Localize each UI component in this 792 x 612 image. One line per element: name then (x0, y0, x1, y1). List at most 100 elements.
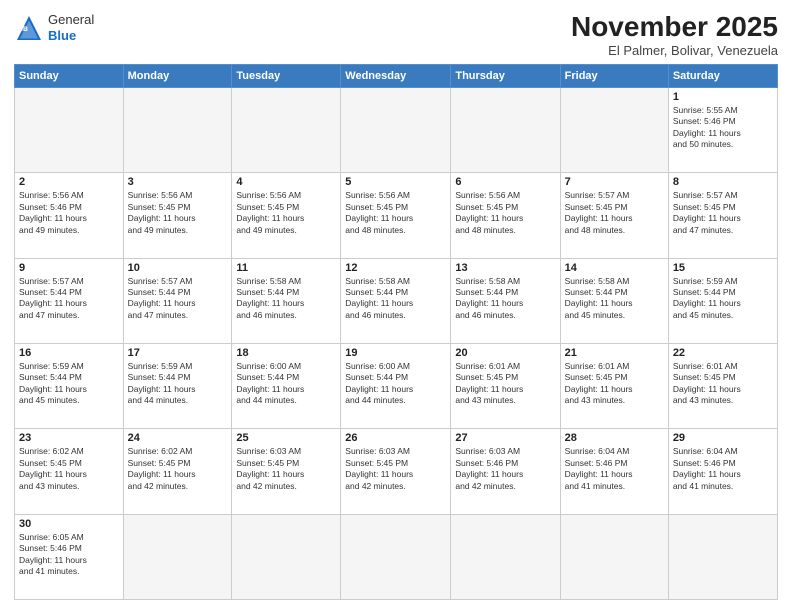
day-cell: 17 Sunrise: 5:59 AMSunset: 5:44 PMDayligh… (123, 343, 232, 428)
day-number: 30 (19, 518, 119, 530)
day-number: 4 (236, 176, 336, 188)
logo: GB General Blue (14, 12, 94, 43)
day-info: Sunrise: 5:58 AMSunset: 5:44 PMDaylight:… (345, 276, 446, 322)
title-block: November 2025 El Palmer, Bolivar, Venezu… (571, 12, 778, 58)
day-info: Sunrise: 5:56 AMSunset: 5:46 PMDaylight:… (19, 190, 119, 236)
day-info: Sunrise: 5:58 AMSunset: 5:44 PMDaylight:… (565, 276, 664, 322)
day-number: 25 (236, 432, 336, 444)
day-info: Sunrise: 5:57 AMSunset: 5:45 PMDaylight:… (673, 190, 773, 236)
day-info: Sunrise: 6:04 AMSunset: 5:46 PMDaylight:… (565, 446, 664, 492)
page: GB General Blue November 2025 El Palmer,… (0, 0, 792, 612)
day-cell (668, 514, 777, 599)
day-info: Sunrise: 6:02 AMSunset: 5:45 PMDaylight:… (19, 446, 119, 492)
week-row-4: 23Sunrise: 6:02 AMSunset: 5:45 PMDayligh… (15, 429, 778, 514)
day-info: Sunrise: 5:57 AMSunset: 5:44 PMDaylight:… (19, 276, 119, 322)
weekday-sunday: Sunday (15, 64, 124, 87)
day-cell (232, 87, 341, 172)
day-info: Sunrise: 6:01 AMSunset: 5:45 PMDaylight:… (565, 361, 664, 407)
day-cell: 4Sunrise: 5:56 AMSunset: 5:45 PMDaylight… (232, 173, 341, 258)
day-cell: 26Sunrise: 6:03 AMSunset: 5:45 PMDayligh… (341, 429, 451, 514)
day-cell: 19Sunrise: 6:00 AMSunset: 5:44 PMDayligh… (341, 343, 451, 428)
day-cell: 9 Sunrise: 5:57 AMSunset: 5:44 PMDaylight… (15, 258, 124, 343)
day-cell: 29 Sunrise: 6:04 AMSunset: 5:46 PMDayligh… (668, 429, 777, 514)
day-number: 18 (236, 347, 336, 359)
month-title: November 2025 (571, 12, 778, 43)
day-info: Sunrise: 6:01 AMSunset: 5:45 PMDaylight:… (673, 361, 773, 407)
day-info: Sunrise: 5:58 AMSunset: 5:44 PMDaylight:… (236, 276, 336, 322)
day-cell (560, 514, 668, 599)
day-number: 11 (236, 262, 336, 274)
week-row-3: 16 Sunrise: 5:59 AMSunset: 5:44 PMDayligh… (15, 343, 778, 428)
day-info: Sunrise: 5:59 AMSunset: 5:44 PMDaylight:… (128, 361, 228, 407)
day-info: Sunrise: 5:59 AMSunset: 5:44 PMDaylight:… (19, 361, 119, 407)
day-cell: 7 Sunrise: 5:57 AMSunset: 5:45 PMDaylight… (560, 173, 668, 258)
day-number: 7 (565, 176, 664, 188)
day-number: 12 (345, 262, 446, 274)
day-cell: 1Sunrise: 5:55 AMSunset: 5:46 PMDaylight… (668, 87, 777, 172)
day-info: Sunrise: 5:59 AMSunset: 5:44 PMDaylight:… (673, 276, 773, 322)
calendar-header: SundayMondayTuesdayWednesdayThursdayFrid… (15, 64, 778, 87)
day-number: 16 (19, 347, 119, 359)
day-info: Sunrise: 6:01 AMSunset: 5:45 PMDaylight:… (455, 361, 555, 407)
day-number: 15 (673, 262, 773, 274)
day-number: 22 (673, 347, 773, 359)
weekday-friday: Friday (560, 64, 668, 87)
day-number: 24 (128, 432, 228, 444)
day-cell: 16 Sunrise: 5:59 AMSunset: 5:44 PMDayligh… (15, 343, 124, 428)
day-cell: 25Sunrise: 6:03 AMSunset: 5:45 PMDayligh… (232, 429, 341, 514)
day-cell: 20 Sunrise: 6:01 AMSunset: 5:45 PMDayligh… (451, 343, 560, 428)
week-row-2: 9 Sunrise: 5:57 AMSunset: 5:44 PMDaylight… (15, 258, 778, 343)
day-number: 26 (345, 432, 446, 444)
day-cell: 28 Sunrise: 6:04 AMSunset: 5:46 PMDayligh… (560, 429, 668, 514)
day-info: Sunrise: 5:57 AMSunset: 5:45 PMDaylight:… (565, 190, 664, 236)
svg-text:GB: GB (18, 26, 28, 33)
day-number: 28 (565, 432, 664, 444)
day-info: Sunrise: 6:04 AMSunset: 5:46 PMDaylight:… (673, 446, 773, 492)
day-number: 21 (565, 347, 664, 359)
weekday-thursday: Thursday (451, 64, 560, 87)
day-number: 5 (345, 176, 446, 188)
day-cell (341, 87, 451, 172)
logo-blue: Blue (48, 28, 94, 44)
day-number: 29 (673, 432, 773, 444)
day-cell (560, 87, 668, 172)
day-info: Sunrise: 6:00 AMSunset: 5:44 PMDaylight:… (345, 361, 446, 407)
calendar-body: 1Sunrise: 5:55 AMSunset: 5:46 PMDaylight… (15, 87, 778, 599)
day-number: 27 (455, 432, 555, 444)
day-cell: 30 Sunrise: 6:05 AMSunset: 5:46 PMDayligh… (15, 514, 124, 599)
day-cell (123, 514, 232, 599)
weekday-wednesday: Wednesday (341, 64, 451, 87)
day-cell (341, 514, 451, 599)
day-number: 20 (455, 347, 555, 359)
day-info: Sunrise: 5:57 AMSunset: 5:44 PMDaylight:… (128, 276, 228, 322)
location: El Palmer, Bolivar, Venezuela (571, 43, 778, 58)
week-row-0: 1Sunrise: 5:55 AMSunset: 5:46 PMDaylight… (15, 87, 778, 172)
weekday-header-row: SundayMondayTuesdayWednesdayThursdayFrid… (15, 64, 778, 87)
day-number: 2 (19, 176, 119, 188)
day-info: Sunrise: 5:55 AMSunset: 5:46 PMDaylight:… (673, 105, 773, 151)
day-info: Sunrise: 6:05 AMSunset: 5:46 PMDaylight:… (19, 532, 119, 578)
logo-text: General Blue (48, 12, 94, 43)
day-cell: 27Sunrise: 6:03 AMSunset: 5:46 PMDayligh… (451, 429, 560, 514)
day-number: 14 (565, 262, 664, 274)
day-number: 9 (19, 262, 119, 274)
day-cell (451, 87, 560, 172)
day-cell: 24Sunrise: 6:02 AMSunset: 5:45 PMDayligh… (123, 429, 232, 514)
weekday-monday: Monday (123, 64, 232, 87)
day-info: Sunrise: 5:56 AMSunset: 5:45 PMDaylight:… (345, 190, 446, 236)
day-number: 13 (455, 262, 555, 274)
day-cell: 10 Sunrise: 5:57 AMSunset: 5:44 PMDayligh… (123, 258, 232, 343)
day-cell: 11 Sunrise: 5:58 AMSunset: 5:44 PMDayligh… (232, 258, 341, 343)
week-row-5: 30 Sunrise: 6:05 AMSunset: 5:46 PMDayligh… (15, 514, 778, 599)
day-number: 17 (128, 347, 228, 359)
day-number: 10 (128, 262, 228, 274)
day-cell: 2 Sunrise: 5:56 AMSunset: 5:46 PMDaylight… (15, 173, 124, 258)
day-cell: 18Sunrise: 6:00 AMSunset: 5:44 PMDayligh… (232, 343, 341, 428)
logo-icon: GB (14, 13, 44, 43)
day-cell: 23Sunrise: 6:02 AMSunset: 5:45 PMDayligh… (15, 429, 124, 514)
day-cell (15, 87, 124, 172)
day-cell: 6Sunrise: 5:56 AMSunset: 5:45 PMDaylight… (451, 173, 560, 258)
day-number: 6 (455, 176, 555, 188)
day-info: Sunrise: 5:58 AMSunset: 5:44 PMDaylight:… (455, 276, 555, 322)
header: GB General Blue November 2025 El Palmer,… (14, 12, 778, 58)
